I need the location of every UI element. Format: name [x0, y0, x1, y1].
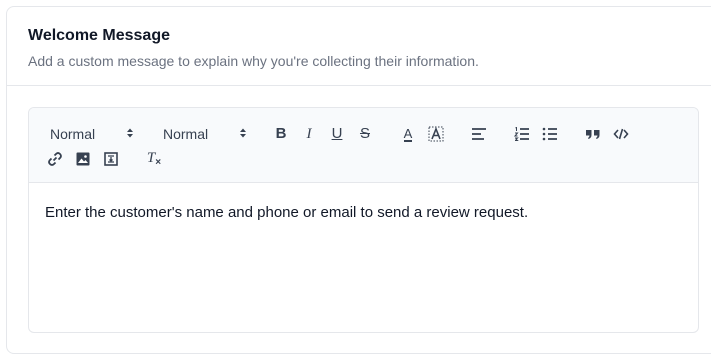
quote-icon: [586, 130, 600, 139]
bold-button[interactable]: B: [272, 125, 290, 143]
strike-button[interactable]: S: [356, 125, 374, 143]
ordered-list-button[interactable]: [513, 125, 531, 143]
underline-button[interactable]: U: [328, 125, 346, 143]
video-icon: [104, 152, 118, 166]
align-button[interactable]: [470, 125, 488, 143]
ordered-list-icon: [514, 127, 529, 141]
chevron-updown-icon: [127, 128, 133, 138]
code-block-button[interactable]: [612, 125, 630, 143]
strikethrough-icon: S: [359, 125, 370, 142]
blockquote-button[interactable]: [584, 125, 602, 143]
size-select-value: Normal: [163, 126, 209, 142]
section-description: Add a custom message to explain why you'…: [28, 53, 479, 69]
header-select-value: Normal: [50, 126, 96, 142]
editor-content[interactable]: Enter the customer's name and phone or e…: [29, 183, 698, 332]
image-icon: [76, 152, 90, 166]
editor-toolbar: Normal Normal B I U S A T×: [29, 108, 698, 183]
video-button[interactable]: [102, 150, 120, 168]
clear-format-icon: T×: [146, 150, 162, 168]
italic-button[interactable]: I: [300, 125, 318, 143]
underline-icon: U: [331, 125, 343, 142]
bold-icon: B: [275, 125, 287, 142]
image-button[interactable]: [74, 150, 92, 168]
clear-format-button[interactable]: T×: [145, 150, 163, 168]
header-select[interactable]: Normal: [50, 125, 134, 143]
background-color-icon: [428, 126, 444, 142]
align-left-icon: [472, 128, 486, 140]
link-button[interactable]: [46, 150, 64, 168]
rich-text-editor: Normal Normal B I U S A T× Enter the cus…: [28, 107, 699, 333]
text-color-button[interactable]: A: [399, 125, 417, 143]
code-icon: [613, 128, 629, 140]
text-color-icon: A: [403, 125, 413, 142]
italic-icon: I: [306, 126, 312, 142]
bullet-list-button[interactable]: [541, 125, 559, 143]
background-color-button[interactable]: [427, 125, 445, 143]
chevron-updown-icon: [240, 128, 246, 138]
card-header: Welcome Message Add a custom message to …: [7, 7, 711, 86]
bullet-list-icon: [542, 127, 557, 141]
link-icon: [48, 152, 62, 166]
welcome-message-card: Welcome Message Add a custom message to …: [6, 6, 711, 354]
size-select[interactable]: Normal: [163, 125, 247, 143]
editor-paragraph: Enter the customer's name and phone or e…: [45, 204, 529, 221]
section-title: Welcome Message: [28, 27, 170, 44]
